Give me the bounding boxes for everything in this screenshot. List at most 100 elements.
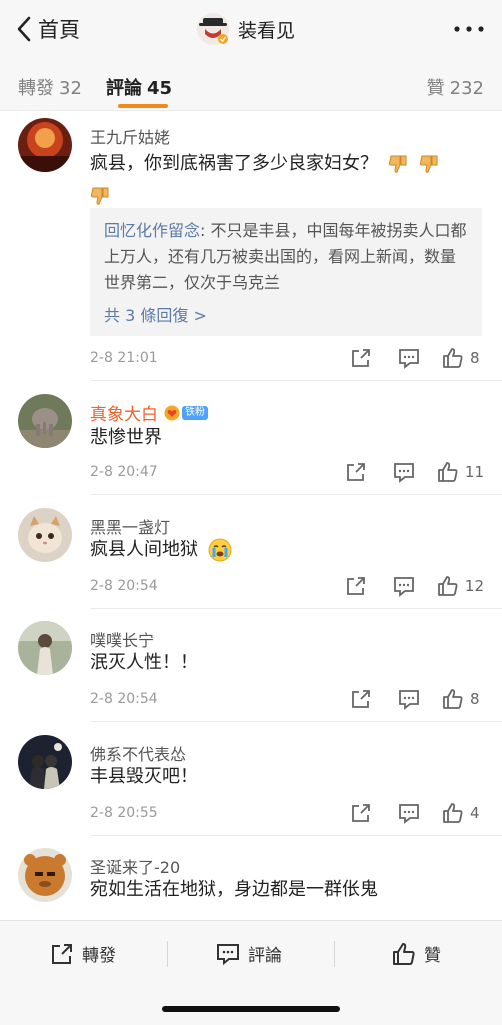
separator [167,941,168,967]
comment-text: 泯灭人性！！ [90,652,198,673]
like-count: 8 [470,349,480,367]
home-indicator [162,1006,340,1012]
thumbs-up-icon [438,462,458,482]
avatar[interactable] [18,394,72,448]
comment-actions: 11 [345,461,484,483]
share-icon[interactable] [345,461,367,483]
like-button[interactable]: 12 [437,575,484,597]
thumbs-up-icon [438,576,458,596]
like-count: 4 [470,804,480,822]
page-title[interactable]: 装看见 [196,12,295,46]
avatar-image [18,394,72,448]
like-button[interactable]: 11 [437,461,484,483]
comment-text-content: 疯县人间地狱 [90,539,198,560]
divider [90,835,502,836]
reply-icon[interactable] [398,802,420,824]
divider [90,380,502,381]
comment-label: 評論 [248,946,282,966]
avatar-image [18,735,72,789]
reply-icon[interactable] [398,347,420,369]
comment-text: 悲惨世界 [90,427,162,448]
active-tab-indicator [118,104,168,108]
like-label: 贊 [424,946,441,966]
comment-text-line: 疯县，你到底祸害了多少良家妇女？ [90,153,378,174]
thumbs-up-icon [443,348,463,368]
avatar[interactable] [18,621,72,675]
avatar-image [18,508,72,562]
comment-text: 疯县人间地狱 [90,534,485,566]
reply-preview[interactable]: 回忆化作留念: 不只是丰县，中国每年被拐卖人口都上万人，还有几万被卖出国的，看网… [90,208,482,336]
avatar[interactable] [18,508,72,562]
thumbs-down-emoji-icon [90,187,109,205]
tab-comment-label: 評論 [106,78,142,99]
top-bar: 首頁 装看见 [0,0,502,58]
tab-like-count: 232 [449,78,484,99]
comment-time: 2-8 20:55 [90,805,158,821]
thumbs-down-emoji-icon [420,155,438,173]
share-icon[interactable] [350,688,372,710]
avatar-image [18,621,72,675]
divider [90,494,502,495]
fan-badge: 铁粉 [164,405,208,421]
avatar-image [18,848,72,902]
comment-icon [217,943,239,965]
reply-icon[interactable] [393,461,415,483]
thumbs-up-icon [443,689,463,709]
avatar[interactable] [18,735,72,789]
comment-actions: 4 [350,802,484,824]
tab-comment-count: 45 [147,78,173,99]
like-button[interactable]: 4 [442,802,484,824]
separator [334,941,335,967]
comment-username[interactable]: 王九斤姑姥 [90,124,170,148]
comment-actions: 12 [345,575,484,597]
reply-icon[interactable] [398,688,420,710]
comment-actions: 8 [350,347,484,369]
comment-text: 疯县，你到底祸害了多少良家妇女？ [90,148,485,212]
like-button[interactable]: 8 [442,688,484,710]
comment-text: 宛如生活在地狱，身边都是一群伥鬼 [90,879,378,900]
comment-time: 2-8 20:54 [90,578,158,594]
author-avatar-icon [197,13,229,45]
comment-time: 2-8 20:54 [90,691,158,707]
avatar-image [18,118,72,172]
share-icon[interactable] [345,575,367,597]
repost-button[interactable]: 轉發 [50,941,116,966]
like-count: 8 [470,690,480,708]
tab-repost[interactable]: 轉發 32 [18,74,82,100]
comment-text: 丰县毁灭吧！ [90,766,198,787]
thumbs-up-icon [393,942,415,965]
fan-heart-icon [164,405,180,420]
tab-like[interactable]: 贊 232 [427,74,484,100]
thumbs-down-emoji-icon [388,155,407,173]
avatar[interactable] [18,848,72,902]
avatar[interactable] [18,118,72,172]
thumbs-up-icon [443,803,463,823]
like-button[interactable]: 贊 [392,941,441,966]
like-count: 12 [464,577,484,595]
comment-actions: 8 [350,688,484,710]
comment-button[interactable]: 評論 [216,941,282,966]
tab-repost-label: 轉發 [18,78,54,99]
tab-repost-count: 32 [59,78,82,99]
crying-face-emoji-icon [208,538,232,562]
more-icon[interactable] [452,20,486,38]
reply-text: 回忆化作留念: 不只是丰县，中国每年被拐卖人口都上万人，还有几万被卖出国的，看网… [104,218,468,296]
back-label: 首頁 [38,18,80,42]
share-icon [52,943,72,964]
share-icon[interactable] [350,802,372,824]
chevron-left-icon [17,16,31,42]
tab-bar: 轉發 32 評論 45 贊 232 [0,58,502,111]
like-button[interactable]: 8 [442,347,484,369]
view-replies-link[interactable]: 共 3 條回復 > [104,302,468,326]
comment-time: 2-8 20:47 [90,464,158,480]
share-icon[interactable] [350,347,372,369]
like-count: 11 [464,463,484,481]
tab-like-label: 贊 [426,78,445,99]
reply-username[interactable]: 回忆化作留念 [104,221,200,240]
reply-icon[interactable] [393,575,415,597]
tab-comment[interactable]: 評論 45 [106,74,172,100]
title-text: 装看见 [238,19,296,42]
repost-label: 轉發 [82,946,116,966]
back-button[interactable]: 首頁 [12,14,80,44]
fan-badge-label: 铁粉 [182,405,208,420]
